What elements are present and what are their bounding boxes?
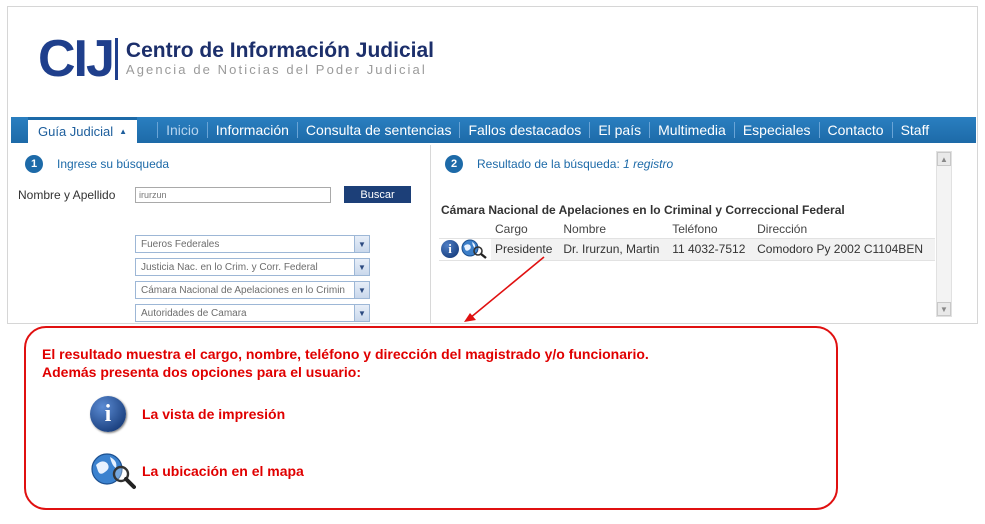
info-icon: i xyxy=(90,396,126,432)
search-row: Nombre y Apellido Buscar xyxy=(18,186,411,203)
name-label: Nombre y Apellido xyxy=(18,187,116,202)
chevron-down-icon[interactable]: ▼ xyxy=(354,259,369,275)
logo-mark: CIJ xyxy=(38,30,115,88)
col-icons xyxy=(439,220,491,238)
name-input[interactable] xyxy=(135,186,331,203)
search-button[interactable]: Buscar xyxy=(344,186,411,203)
nav-item-fallos-destacados[interactable]: Fallos destacados xyxy=(459,122,589,138)
callout-text: El resultado muestra el cargo, nombre, t… xyxy=(42,345,649,381)
nav-item-el-pais[interactable]: El país xyxy=(589,122,649,138)
col-telefono: Teléfono xyxy=(672,221,718,236)
court-name: Cámara Nacional de Apelaciones en lo Cri… xyxy=(441,203,845,217)
row-actions: i xyxy=(439,237,491,261)
site-subtitle: Agencia de Noticias del Poder Judicial xyxy=(125,62,427,78)
option-print-view-label: La vista de impresión xyxy=(142,406,286,422)
select-fuero-value: Fueros Federales xyxy=(141,238,220,250)
select-justicia-value: Justicia Nac. en lo Crim. y Corr. Federa… xyxy=(141,261,318,273)
chevron-down-icon[interactable]: ▼ xyxy=(354,282,369,298)
step-number-1: 1 xyxy=(25,155,43,173)
results-count: 1 registro xyxy=(623,157,674,171)
site-logo[interactable]: CIJ Centro de Información Judicial Agenc… xyxy=(38,33,434,85)
nav-item-inicio[interactable]: Inicio xyxy=(157,122,207,138)
col-nombre: Nombre xyxy=(563,221,607,236)
cell-telefono: 11 4032-7512 xyxy=(668,237,754,261)
search-panel: 1 Ingrese su búsqueda Nombre y Apellido … xyxy=(11,145,431,323)
scroll-down-icon[interactable]: ▼ xyxy=(937,302,951,316)
logo-divider xyxy=(114,38,118,80)
step-number-2: 2 xyxy=(445,155,463,173)
nav-item-contacto[interactable]: Contacto xyxy=(818,122,892,138)
option-print-view: i La vista de impresión xyxy=(90,396,285,432)
globe-magnifier-icon xyxy=(91,453,136,489)
cell-nombre: Dr. Irurzun, Martin xyxy=(559,237,669,261)
nav-item-consulta-sentencias[interactable]: Consulta de sentencias xyxy=(296,122,460,138)
callout-line-1: El resultado muestra el cargo, nombre, t… xyxy=(42,346,649,362)
caret-up-icon: ▲ xyxy=(119,127,128,136)
nav-items: Inicio Información Consulta de sentencia… xyxy=(157,122,937,138)
select-camara[interactable]: Cámara Nacional de Apelaciones en lo Cri… xyxy=(135,281,370,299)
nav-item-staff[interactable]: Staff xyxy=(891,122,938,138)
results-table: Cargo Nombre Teléfono Dirección i Presid… xyxy=(439,220,935,261)
chevron-down-icon[interactable]: ▼ xyxy=(354,236,369,252)
scroll-up-icon[interactable]: ▲ xyxy=(937,152,951,166)
select-autoridades[interactable]: Autoridades de Camara ▼ xyxy=(135,304,370,322)
option-map-location: La ubicación en el mapa xyxy=(90,452,304,490)
col-direccion: Dirección xyxy=(757,221,808,236)
portal-frame: CIJ Centro de Información Judicial Agenc… xyxy=(7,6,978,324)
map-globe-icon[interactable] xyxy=(461,239,487,259)
callout-line-2: Además presenta dos opciones para el usu… xyxy=(42,364,361,380)
cell-direccion: Comodoro Py 2002 C1104BEN xyxy=(753,237,935,261)
tab-guia-judicial-label: Guía Judicial xyxy=(38,124,114,139)
explanation-callout: El resultado muestra el cargo, nombre, t… xyxy=(24,326,838,510)
logo-text: Centro de Información Judicial Agencia d… xyxy=(126,40,434,78)
table-row: i Presidente Dr. Irurzun, Martin 11 4032… xyxy=(439,237,935,261)
results-label: Resultado de la búsqueda: xyxy=(477,157,620,171)
col-cargo: Cargo xyxy=(495,221,528,236)
select-camara-value: Cámara Nacional de Apelaciones en lo Cri… xyxy=(141,284,345,296)
search-step: 1 Ingrese su búsqueda xyxy=(25,155,169,173)
print-view-info-icon[interactable]: i xyxy=(441,240,459,258)
cell-cargo: Presidente xyxy=(491,237,560,261)
tab-guia-judicial[interactable]: Guía Judicial ▲ xyxy=(28,117,138,143)
select-justicia[interactable]: Justicia Nac. en lo Crim. y Corr. Federa… xyxy=(135,258,370,276)
select-fuero[interactable]: Fueros Federales ▼ xyxy=(135,235,370,253)
main-nav: Guía Judicial ▲ Inicio Información Consu… xyxy=(11,117,976,143)
results-step-label: Resultado de la búsqueda: 1 registro xyxy=(477,157,673,171)
search-step-label: Ingrese su búsqueda xyxy=(57,157,170,171)
option-map-location-label: La ubicación en el mapa xyxy=(142,463,304,479)
results-panel: 2 Resultado de la búsqueda: 1 registro C… xyxy=(435,145,955,323)
results-step: 2 Resultado de la búsqueda: 1 registro xyxy=(445,155,673,173)
results-scrollbar[interactable]: ▲ ▼ xyxy=(936,151,952,317)
site-title: Centro de Información Judicial xyxy=(125,39,434,63)
nav-item-multimedia[interactable]: Multimedia xyxy=(649,122,734,138)
nav-item-informacion[interactable]: Información xyxy=(206,122,297,138)
table-header-row: Cargo Nombre Teléfono Dirección xyxy=(439,220,935,238)
select-autoridades-value: Autoridades de Camara xyxy=(141,307,247,319)
chevron-down-icon[interactable]: ▼ xyxy=(354,305,369,321)
nav-item-especiales[interactable]: Especiales xyxy=(733,122,819,138)
